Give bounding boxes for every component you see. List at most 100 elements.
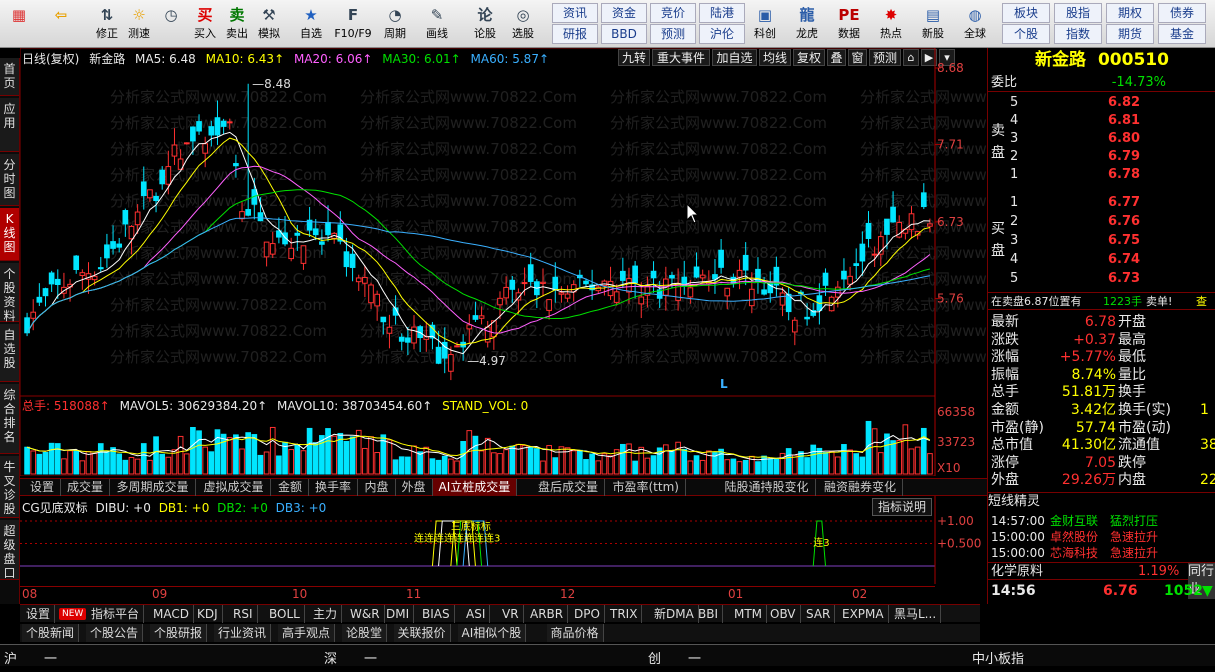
toolbar-button-龙虎[interactable]: 龍龙虎 [788, 3, 826, 47]
news-tab-AI相似个股[interactable]: AI相似个股 [457, 624, 527, 642]
news-tab-关联报价[interactable]: 关联报价 [393, 624, 451, 642]
quick-link-BBD[interactable]: BBD [601, 24, 647, 44]
toolbar-button-全球[interactable]: ◍ 全球 [956, 3, 994, 47]
indicator-tab-SAR[interactable]: SAR [802, 605, 836, 623]
side-tab-K线图[interactable]: K线图 [0, 208, 19, 261]
notice-link[interactable]: 查 [1196, 293, 1207, 311]
right-link-基金[interactable]: 基金 [1158, 24, 1206, 44]
indicator-tab-MACD[interactable]: MACD [149, 605, 194, 623]
side-tab-个股资料[interactable]: 个股资料 [0, 263, 19, 323]
kline-chart[interactable]: 分析家公式网www.70822.Com 分析家公式网www.70822.Com 分析… [20, 48, 987, 396]
right-link-债券[interactable]: 债券 [1158, 3, 1206, 23]
news-tab-个股公告[interactable]: 个股公告 [86, 624, 144, 642]
indicator-tab-KDJ[interactable]: KDJ [193, 605, 223, 623]
toolbar-button-back-arrow[interactable]: ⇦ [46, 3, 76, 47]
buy-level-row[interactable]: 2 6.76 [988, 213, 1215, 231]
volume-tab-市盈率(ttm)[interactable]: 市盈率(ttm) [607, 479, 686, 496]
volume-tab-成交量[interactable]: 成交量 [61, 479, 111, 496]
indicator-tab-EXPMA[interactable]: EXPMA [838, 605, 889, 623]
news-tab-高手观点[interactable]: 高手观点 [278, 624, 336, 642]
sell-level-row[interactable]: 1 6.78 [988, 166, 1215, 184]
toolbar-button-windows-logo[interactable]: ▦ [4, 3, 34, 47]
quick-link-预测[interactable]: 预测 [650, 24, 696, 44]
quick-link-竞价[interactable]: 竞价 [650, 3, 696, 23]
side-tab-自选股[interactable]: 自选股 [0, 324, 19, 382]
toolbar-button-买入[interactable]: 买买入 [190, 3, 220, 47]
toolbar-button-画线[interactable]: ✎ 画线 [418, 3, 456, 47]
indicator-tab-指标平台[interactable]: 指标平台 [87, 605, 145, 623]
sell-level-row[interactable]: 2 6.79 [988, 148, 1215, 166]
news-tab-论股堂[interactable]: 论股堂 [342, 624, 388, 642]
news-tab-商品价格[interactable]: 商品价格 [546, 624, 604, 642]
indicator-tab-OBV[interactable]: OBV [766, 605, 801, 623]
right-link-个股[interactable]: 个股 [1002, 24, 1050, 44]
volume-chart[interactable]: 66358 33723 X10 [20, 396, 987, 476]
indicator-tab-黑马L...[interactable]: 黑马L... [890, 605, 942, 623]
news-tab-个股新闻[interactable]: 个股新闻 [22, 624, 80, 642]
indicator-tab-主力[interactable]: 主力 [309, 605, 343, 623]
news-tab-个股研报[interactable]: 个股研报 [150, 624, 208, 642]
indicator-tab-BOLL[interactable]: BOLL [265, 605, 305, 623]
quick-link-研报[interactable]: 研报 [552, 24, 598, 44]
volume-tab-虚拟成交量[interactable]: 虚拟成交量 [198, 479, 271, 496]
toolbar-button-测速[interactable]: ☼ 测速 [124, 3, 154, 47]
short-sprite-item[interactable]: 15:00:00 芯海科技 急速拉升 [988, 544, 1215, 562]
indicator-tab-ASI[interactable]: ASI [462, 605, 491, 623]
toolbar-button-新股[interactable]: ▤ 新股 [914, 3, 952, 47]
buy-level-row[interactable]: 3 6.75 [988, 232, 1215, 250]
toolbar-button-自选[interactable]: ★ 自选 [292, 3, 330, 47]
indicator-tab-TRIX[interactable]: TRIX [606, 605, 643, 623]
indicator-tab-VR[interactable]: VR [498, 605, 524, 623]
right-link-期货[interactable]: 期货 [1106, 24, 1154, 44]
toolbar-button-数据[interactable]: PE 数据 [830, 3, 868, 47]
buy-level-row[interactable]: 4 6.74 [988, 251, 1215, 269]
quick-link-陆港[interactable]: 陆港 [699, 3, 745, 23]
side-tab-综合排名[interactable]: 综合排名 [0, 384, 19, 454]
volume-tab-设置[interactable]: 设置 [24, 479, 62, 496]
sell-level-row[interactable]: 5 6.82 [988, 94, 1215, 112]
sell-level-row[interactable]: 3 6.80 [988, 130, 1215, 148]
indicator-tab-DMI[interactable]: DMI [382, 605, 415, 623]
toolbar-button-论股[interactable]: 论论股 [466, 3, 504, 47]
side-tab-应用[interactable]: 应用 [0, 98, 19, 152]
indicator-tab-DPO[interactable]: DPO [570, 605, 605, 623]
right-link-板块[interactable]: 板块 [1002, 3, 1050, 23]
big-order-notice[interactable]: 在卖盘6.87位置有 1223手 卖单! 查 [988, 292, 1215, 310]
volume-tab-内盘[interactable]: 内盘 [359, 479, 396, 496]
quick-link-资金[interactable]: 资金 [601, 3, 647, 23]
buy-level-row[interactable]: 1 6.77 [988, 194, 1215, 212]
toolbar-button-F10/F9[interactable]: F F10/F9 [334, 3, 372, 47]
right-link-指数[interactable]: 指数 [1054, 24, 1102, 44]
volume-tab-外盘[interactable]: 外盘 [396, 479, 433, 496]
indicator-tab-RSI[interactable]: RSI [229, 605, 258, 623]
toolbar-button-卖出[interactable]: 卖卖出 [222, 3, 252, 47]
indicator-tab-W&R[interactable]: W&R [346, 605, 385, 623]
toolbar-button-clock[interactable]: ◷ [156, 3, 186, 47]
side-tab-超级盘口[interactable]: 超级盘口 [0, 520, 19, 580]
volume-tab-融资融券变化[interactable]: 融资融券变化 [818, 479, 904, 496]
side-tab-首页[interactable]: 首页 [0, 58, 19, 96]
volume-tab-陆股通持股变化[interactable]: 陆股通持股变化 [719, 479, 816, 496]
toolbar-button-科创[interactable]: ▣ 科创 [746, 3, 784, 47]
indicator-tab-新DMA[interactable]: 新DMA [650, 605, 699, 623]
volume-tab-AI立桩成交量[interactable]: AI立桩成交量 [432, 479, 518, 496]
toolbar-button-热点[interactable]: ✸ 热点 [872, 3, 910, 47]
side-tab-牛叉诊股[interactable]: 牛叉诊股 [0, 456, 19, 518]
quick-link-沪伦[interactable]: 沪伦 [699, 24, 745, 44]
volume-tab-换手率[interactable]: 换手率 [309, 479, 359, 496]
indicator-chart[interactable]: 连连连连连连连连3三底标标连3 +1.00 +0.500 [20, 496, 987, 584]
toolbar-button-周期[interactable]: ◔ 周期 [376, 3, 414, 47]
indicator-tab-设置[interactable]: 设置 [22, 605, 56, 623]
right-link-股指[interactable]: 股指 [1054, 3, 1102, 23]
right-link-期权[interactable]: 期权 [1106, 3, 1154, 23]
quick-link-资讯[interactable]: 资讯 [552, 3, 598, 23]
volume-tab-金额[interactable]: 金额 [272, 479, 310, 496]
toolbar-button-选股[interactable]: ◎ 选股 [504, 3, 542, 47]
indicator-tab-MTM[interactable]: MTM [730, 605, 768, 623]
volume-tab-盘后成交量[interactable]: 盘后成交量 [532, 479, 606, 496]
industry-row[interactable]: 化学原料 1.19% 同行业 [988, 562, 1215, 599]
buy-level-row[interactable]: 5 6.73 [988, 270, 1215, 288]
indicator-tab-ARBR[interactable]: ARBR [526, 605, 569, 623]
news-tab-行业资讯[interactable]: 行业资讯 [214, 624, 272, 642]
indicator-tab-BBI[interactable]: BBI [694, 605, 724, 623]
